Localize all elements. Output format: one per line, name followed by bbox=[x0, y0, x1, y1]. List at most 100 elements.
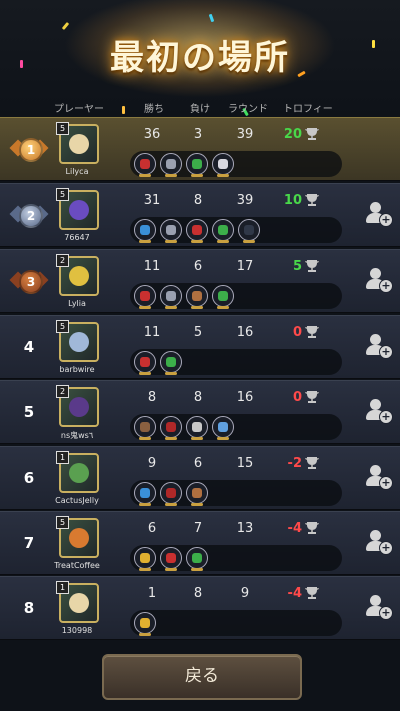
player-profile[interactable]: 5 Lilyca bbox=[56, 122, 99, 180]
skull-icon[interactable] bbox=[186, 416, 208, 440]
add-friend-icon[interactable]: + bbox=[364, 593, 393, 620]
avatar-character-icon bbox=[69, 134, 89, 154]
stat-wins: 8 bbox=[147, 390, 157, 405]
player-profile[interactable]: 1 CactusJelly bbox=[55, 451, 99, 509]
stat-rounds: 13 bbox=[236, 521, 254, 536]
rank-medal-icon: 1 bbox=[9, 134, 49, 162]
trophy-change: 0 bbox=[280, 390, 324, 406]
red-beast-icon[interactable] bbox=[160, 482, 182, 506]
stat-losses: 3 bbox=[193, 127, 203, 142]
add-friend-icon[interactable]: + bbox=[364, 200, 393, 227]
green-leaf-icon[interactable] bbox=[212, 285, 234, 309]
stat-losses: 8 bbox=[193, 390, 203, 405]
trophy-value: 10 bbox=[283, 193, 302, 208]
player-profile[interactable]: 5 barbwire bbox=[56, 320, 99, 378]
red-beast-icon[interactable] bbox=[160, 416, 182, 440]
player-profile[interactable]: 2 Lylia bbox=[56, 254, 99, 312]
green-leaf-icon[interactable] bbox=[160, 351, 182, 375]
trophy-value: 0 bbox=[292, 390, 302, 405]
player-level-badge: 5 bbox=[56, 320, 69, 333]
add-friend-icon[interactable]: + bbox=[364, 266, 393, 293]
rank-medal-icon: 2 bbox=[9, 200, 49, 228]
trophy-value: -4 bbox=[287, 586, 302, 601]
team-pets-bar bbox=[130, 151, 342, 177]
red-claw-icon[interactable] bbox=[134, 285, 156, 309]
red-claw-icon[interactable] bbox=[134, 153, 156, 177]
avatar-character-icon bbox=[69, 397, 89, 417]
stat-rounds: 16 bbox=[236, 325, 254, 340]
blue-fish-icon[interactable] bbox=[134, 219, 156, 243]
avatar-character-icon bbox=[69, 528, 89, 548]
trophy-value: -4 bbox=[287, 521, 302, 536]
shield-icon[interactable] bbox=[160, 219, 182, 243]
player-profile[interactable]: 2 ns鬼ws٦ bbox=[56, 385, 99, 443]
team-pets-bar bbox=[130, 480, 342, 506]
trophy-change: -2 bbox=[280, 456, 324, 472]
trophy-cup-icon bbox=[305, 326, 319, 338]
red-claw-icon[interactable] bbox=[134, 351, 156, 375]
red-claw-icon[interactable] bbox=[160, 547, 182, 571]
player-level-badge: 1 bbox=[56, 451, 69, 464]
monk-icon[interactable] bbox=[134, 416, 156, 440]
header-losses: 負け bbox=[190, 104, 210, 115]
leaderboard-row: 4 5 barbwire 11 5 16 0 + bbox=[0, 315, 400, 379]
rank-number: 6 bbox=[23, 469, 35, 487]
trophy-value: 0 bbox=[292, 325, 302, 340]
add-friend-icon[interactable]: + bbox=[364, 332, 393, 359]
red-claw-icon[interactable] bbox=[186, 219, 208, 243]
blue-fish-icon[interactable] bbox=[134, 482, 156, 506]
stat-wins: 9 bbox=[147, 456, 157, 471]
leaderboard-row: 3 2 Lylia 11 6 17 5 + bbox=[0, 249, 400, 313]
page-title: 最初の場所 bbox=[110, 38, 290, 78]
green-leaf-icon[interactable] bbox=[212, 219, 234, 243]
avatar-character-icon bbox=[69, 593, 89, 613]
header-wins: 勝ち bbox=[144, 104, 164, 115]
player-profile[interactable]: 5 TreatCoffee bbox=[54, 516, 100, 574]
stat-losses: 8 bbox=[193, 193, 203, 208]
trophy-value: -2 bbox=[287, 456, 302, 471]
paw-icon[interactable] bbox=[186, 482, 208, 506]
back-button[interactable]: 戻る bbox=[102, 654, 302, 700]
rank-number: 5 bbox=[23, 403, 35, 421]
green-leaf-icon[interactable] bbox=[186, 547, 208, 571]
stat-losses: 8 bbox=[193, 586, 203, 601]
add-friend-icon[interactable]: + bbox=[364, 528, 393, 555]
stat-rounds: 16 bbox=[236, 390, 254, 405]
shield-icon[interactable] bbox=[160, 285, 182, 309]
trophy-change: 20 bbox=[280, 127, 324, 143]
shield-icon[interactable] bbox=[160, 153, 182, 177]
rank-medal-icon: 3 bbox=[9, 266, 49, 294]
stat-wins: 11 bbox=[143, 259, 161, 274]
gold-cross-icon[interactable] bbox=[134, 612, 156, 636]
green-leaf-icon[interactable] bbox=[186, 153, 208, 177]
team-pets-bar bbox=[130, 217, 342, 243]
player-level-badge: 1 bbox=[56, 581, 69, 594]
trophy-change: -4 bbox=[280, 586, 324, 602]
wing-icon[interactable] bbox=[212, 416, 234, 440]
stat-rounds: 17 bbox=[236, 259, 254, 274]
rank-number: 2 bbox=[19, 204, 43, 228]
stat-losses: 5 bbox=[193, 325, 203, 340]
trophy-cup-icon bbox=[305, 457, 319, 469]
player-level-badge: 5 bbox=[56, 188, 69, 201]
player-name: barbwire bbox=[59, 365, 95, 374]
team-pets-bar bbox=[130, 414, 342, 440]
add-friend-icon[interactable]: + bbox=[364, 397, 393, 424]
leaderboard-row: 8 1 130998 1 8 9 -4 + bbox=[0, 576, 400, 640]
paw-icon[interactable] bbox=[186, 285, 208, 309]
player-profile[interactable]: 5 76647 bbox=[56, 188, 99, 246]
rank-number: 1 bbox=[19, 138, 43, 162]
avatar-character-icon bbox=[69, 266, 89, 286]
gold-cross-icon[interactable] bbox=[134, 547, 156, 571]
trophy-value: 5 bbox=[292, 259, 302, 274]
trophy-cup-icon bbox=[305, 587, 319, 599]
player-profile[interactable]: 1 130998 bbox=[56, 581, 99, 639]
spirit-icon[interactable] bbox=[212, 153, 234, 177]
leaderboard-row: 5 2 ns鬼ws٦ 8 8 16 0 + bbox=[0, 380, 400, 444]
team-pets-bar bbox=[130, 545, 342, 571]
add-friend-icon[interactable]: + bbox=[364, 463, 393, 490]
trophy-cup-icon bbox=[305, 260, 319, 272]
stat-rounds: 39 bbox=[236, 127, 254, 142]
player-level-badge: 2 bbox=[56, 254, 69, 267]
dark-orb-icon[interactable] bbox=[238, 219, 260, 243]
